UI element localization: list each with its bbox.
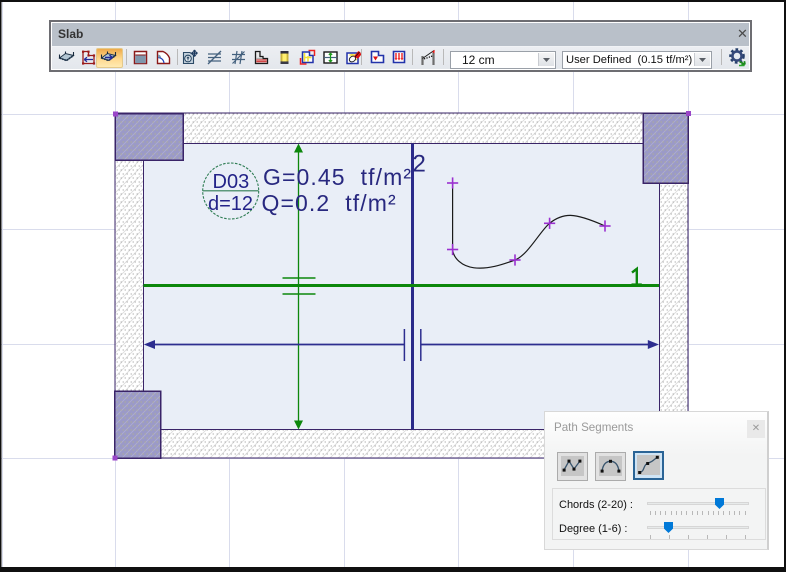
- svg-text:2: 2: [413, 151, 426, 178]
- svg-text:G=0.45 tf/m²: G=0.45 tf/m²: [263, 164, 412, 190]
- svg-text:D03: D03: [213, 171, 250, 193]
- svg-text:Q=0.2 tf/m²: Q=0.2 tf/m²: [262, 190, 397, 216]
- svg-text:d=12: d=12: [208, 193, 253, 215]
